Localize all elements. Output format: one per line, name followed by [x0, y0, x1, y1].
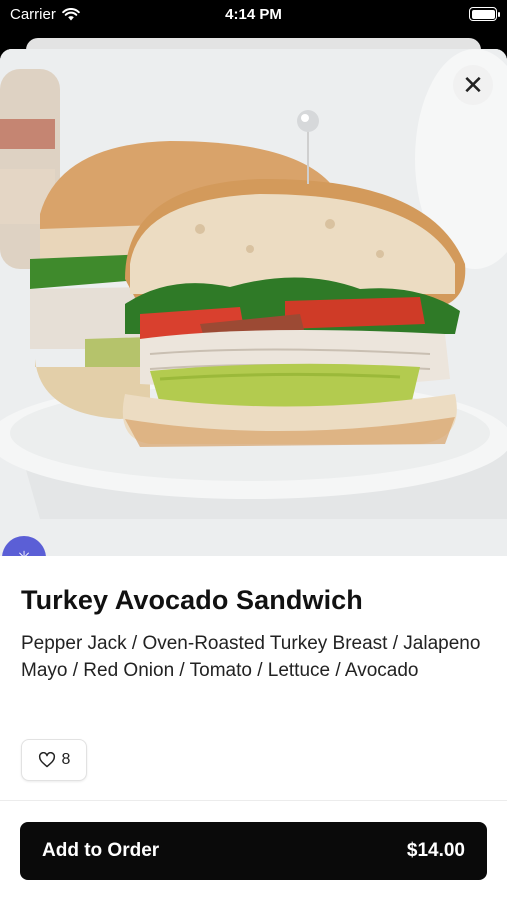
status-time: 4:14 PM: [225, 6, 282, 23]
sandwich-illustration: [0, 49, 507, 556]
like-button[interactable]: 8: [21, 739, 87, 781]
order-price: $14.00: [406, 840, 465, 861]
item-image: ✕ ✳: [0, 49, 507, 556]
battery-icon: [469, 7, 500, 21]
close-icon: ✕: [462, 70, 484, 100]
item-description: Pepper Jack / Oven-Roasted Turkey Breast…: [21, 633, 481, 681]
status-bar: Carrier 4:14 PM: [0, 0, 507, 30]
like-count: 8: [61, 751, 71, 768]
item-title: Turkey Avocado Sandwich: [21, 585, 363, 615]
divider: [0, 800, 507, 801]
close-button[interactable]: ✕: [453, 65, 493, 105]
item-info: Turkey Avocado Sandwich Pepper Jack / Ov…: [21, 585, 486, 684]
item-detail-sheet: ✕ ✳ Turkey Avocado Sandwich Pepper Jack …: [0, 49, 507, 900]
order-label: Add to Order: [42, 840, 160, 861]
heart-icon: [38, 752, 55, 768]
add-to-order-button[interactable]: Add to Order $14.00: [20, 822, 487, 880]
